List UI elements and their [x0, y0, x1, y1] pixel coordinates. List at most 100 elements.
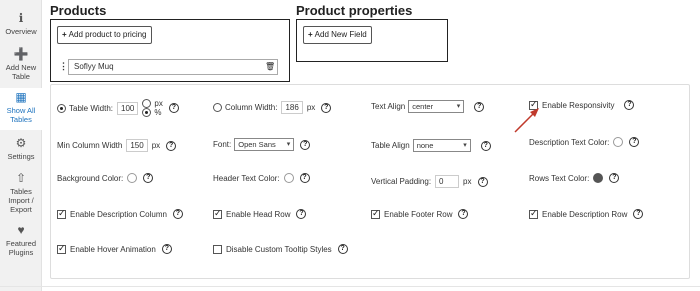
- trash-icon[interactable]: 🗑: [265, 62, 275, 71]
- background-color-swatch[interactable]: [127, 173, 138, 183]
- add-product-label: Add product to pricing: [68, 30, 147, 39]
- vertical-padding-field: Vertical Padding: 0 px ?: [371, 175, 488, 188]
- sidebar-item-show-all-tables[interactable]: ▦ Show All Tables: [0, 88, 42, 130]
- font-label: Font:: [213, 140, 232, 149]
- description-text-color-swatch[interactable]: [613, 137, 624, 147]
- help-icon[interactable]: ?: [609, 173, 620, 183]
- annotation-arrow-icon: [514, 108, 539, 133]
- help-icon[interactable]: ?: [624, 100, 635, 110]
- help-icon[interactable]: ?: [296, 209, 307, 219]
- table-width-radio[interactable]: [57, 103, 66, 113]
- products-title: Products: [50, 3, 107, 18]
- unit-group: px %: [142, 99, 163, 117]
- header-text-color-swatch[interactable]: [283, 173, 294, 183]
- help-icon[interactable]: ?: [629, 137, 640, 147]
- text-align-field: Text Align center ?: [371, 100, 485, 113]
- unit-percent-label: %: [154, 108, 162, 117]
- divider: [0, 286, 700, 287]
- background-color-field: Background Color: ?: [57, 173, 154, 183]
- table-icon: ▦: [15, 90, 27, 104]
- help-icon[interactable]: ?: [168, 103, 179, 113]
- product-item[interactable]: Soflyy Muq: [68, 59, 278, 75]
- product-item-name: Soflyy Muq: [74, 62, 114, 71]
- drag-handle-icon[interactable]: ⋮: [59, 61, 68, 72]
- help-icon[interactable]: ?: [321, 102, 332, 113]
- enable-head-row-checkbox[interactable]: [213, 208, 222, 219]
- table-align-select[interactable]: none: [412, 139, 471, 152]
- sidebar-item-settings[interactable]: ⚙ Settings: [0, 136, 42, 162]
- table-align-field: Table Align none ?: [371, 139, 491, 152]
- upload-icon: ⇧: [15, 171, 27, 185]
- rows-text-color-label: Rows Text Color:: [529, 173, 590, 183]
- description-text-color-label: Description Text Color:: [529, 137, 610, 147]
- vertical-padding-input[interactable]: 0: [435, 175, 460, 188]
- sidebar-item-label: Add New Table: [5, 63, 37, 81]
- text-align-select[interactable]: center: [408, 100, 465, 113]
- help-icon[interactable]: ?: [337, 244, 348, 254]
- help-icon[interactable]: ?: [633, 209, 644, 219]
- add-new-field-label: Add New Field: [314, 30, 367, 39]
- enable-footer-row-checkbox[interactable]: [371, 208, 380, 219]
- enable-description-column-field: Enable Description Column ?: [57, 208, 183, 219]
- enable-description-row-label: Enable Description Row: [542, 209, 628, 219]
- enable-responsivity-field: Enable Responsivity ?: [529, 99, 635, 110]
- column-width-unit: px: [306, 103, 316, 112]
- sidebar-item-label: Featured Plugins: [5, 239, 37, 257]
- enable-description-column-checkbox[interactable]: [57, 208, 66, 219]
- column-width-field: Column Width: 186 px ?: [213, 101, 332, 114]
- min-column-width-input[interactable]: 150: [126, 139, 148, 152]
- font-field: Font: Open Sans ?: [213, 138, 311, 151]
- min-column-width-field: Min Column Width 150 px ?: [57, 139, 177, 152]
- help-icon[interactable]: ?: [172, 209, 183, 219]
- enable-head-row-label: Enable Head Row: [226, 209, 291, 219]
- help-icon[interactable]: ?: [477, 176, 488, 187]
- enable-hover-animation-checkbox[interactable]: [57, 243, 66, 254]
- plus-circle-icon: ➕: [13, 47, 29, 61]
- plus-icon: +: [308, 30, 313, 39]
- column-width-input[interactable]: 186: [281, 101, 303, 114]
- sidebar-item-label: Overview: [5, 27, 37, 36]
- sidebar-item-label: Tables Import / Export: [8, 187, 34, 214]
- enable-description-column-label: Enable Description Column: [70, 209, 167, 219]
- settings-panel: Table Width: 100 px % ? Column Width: 18…: [50, 84, 690, 279]
- info-icon: ℹ: [18, 11, 24, 25]
- enable-responsivity-label: Enable Responsivity: [542, 100, 615, 110]
- plus-icon: +: [62, 30, 67, 39]
- enable-hover-animation-field: Enable Hover Animation ?: [57, 243, 172, 254]
- help-icon[interactable]: ?: [474, 101, 485, 112]
- unit-px-label: px: [154, 99, 163, 108]
- sidebar-item-featured-plugins[interactable]: ♥ Featured Plugins: [0, 224, 42, 258]
- help-icon[interactable]: ?: [458, 209, 469, 219]
- enable-description-row-field: Enable Description Row ?: [529, 208, 644, 219]
- unit-px-radio[interactable]: [142, 99, 152, 108]
- sidebar-item-add-new-table[interactable]: ➕ Add New Table: [0, 47, 42, 82]
- help-icon[interactable]: ?: [299, 173, 310, 183]
- sidebar-item-import-export[interactable]: ⇧ Tables Import / Export: [0, 171, 42, 215]
- enable-footer-row-label: Enable Footer Row: [384, 209, 453, 219]
- unit-percent-radio[interactable]: [142, 108, 152, 117]
- table-width-label: Table Width:: [69, 103, 114, 113]
- table-width-input[interactable]: 100: [117, 101, 139, 115]
- column-width-radio[interactable]: [213, 103, 222, 112]
- enable-hover-animation-label: Enable Hover Animation: [70, 244, 156, 254]
- background-color-label: Background Color:: [57, 173, 124, 183]
- help-icon[interactable]: ?: [161, 244, 172, 254]
- font-select[interactable]: Open Sans: [234, 138, 295, 151]
- properties-title: Product properties: [296, 3, 413, 18]
- help-icon[interactable]: ?: [143, 173, 154, 183]
- sidebar-item-overview[interactable]: ℹ Overview: [0, 11, 42, 37]
- properties-box: + Add New Field: [296, 19, 448, 62]
- sidebar-item-label: Show All Tables: [6, 106, 36, 124]
- min-column-width-unit: px: [151, 141, 161, 150]
- add-new-field-button[interactable]: + Add New Field: [303, 26, 372, 44]
- vertical-padding-label: Vertical Padding:: [371, 177, 432, 186]
- help-icon[interactable]: ?: [480, 140, 491, 151]
- gear-icon: ⚙: [15, 136, 27, 150]
- disable-custom-tooltip-label: Disable Custom Tooltip Styles: [226, 244, 332, 254]
- rows-text-color-swatch[interactable]: [593, 173, 604, 183]
- help-icon[interactable]: ?: [166, 140, 177, 151]
- disable-custom-tooltip-checkbox[interactable]: [213, 244, 222, 254]
- enable-description-row-checkbox[interactable]: [529, 208, 538, 219]
- help-icon[interactable]: ?: [300, 139, 311, 150]
- add-product-button[interactable]: + Add product to pricing: [57, 26, 152, 44]
